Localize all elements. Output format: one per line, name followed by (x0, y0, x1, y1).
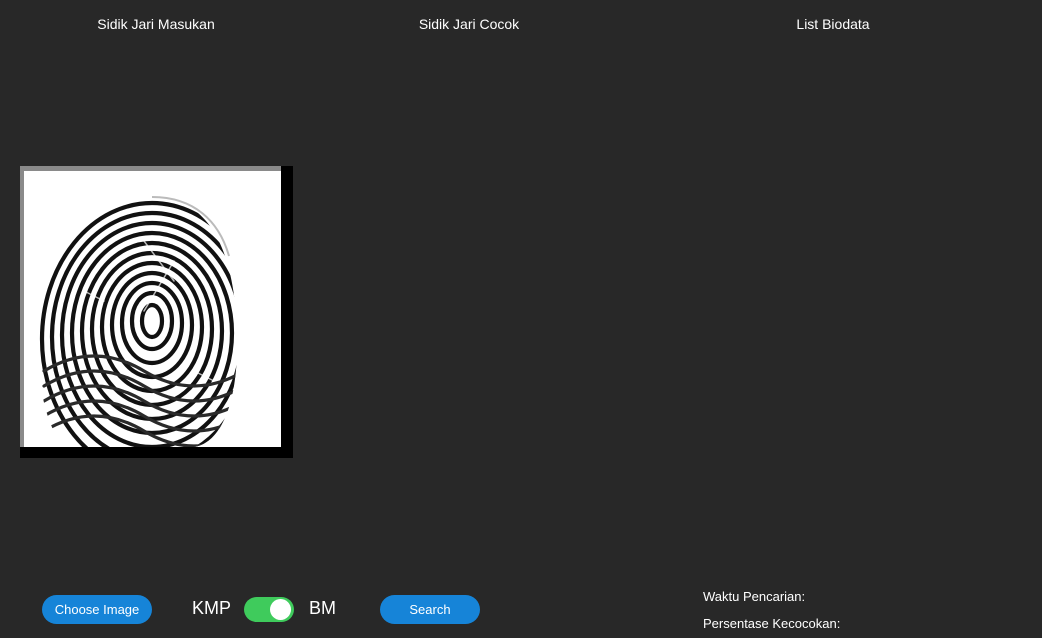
search-button[interactable]: Search (380, 595, 480, 624)
choose-image-button[interactable]: Choose Image (42, 595, 152, 624)
input-fingerprint-header: Sidik Jari Masukan (97, 16, 215, 32)
input-fingerprint-paper (20, 166, 281, 447)
fingerprint-app-window: Sidik Jari Masukan Sidik Jari Cocok List… (0, 0, 1042, 638)
match-percentage-label: Persentase Kecocokan: (703, 616, 841, 631)
search-time-label: Waktu Pencarian: (703, 589, 806, 604)
matched-fingerprint-header: Sidik Jari Cocok (418, 16, 520, 32)
biodata-list-header: List Biodata (796, 16, 870, 32)
fingerprint-image (24, 171, 281, 447)
bm-label: BM (309, 598, 336, 618)
algorithm-toggle[interactable] (244, 597, 294, 622)
toggle-knob (270, 599, 291, 620)
fingerprint-icon (24, 171, 281, 447)
kmp-label: KMP (192, 598, 232, 618)
input-fingerprint-frame (20, 166, 293, 458)
